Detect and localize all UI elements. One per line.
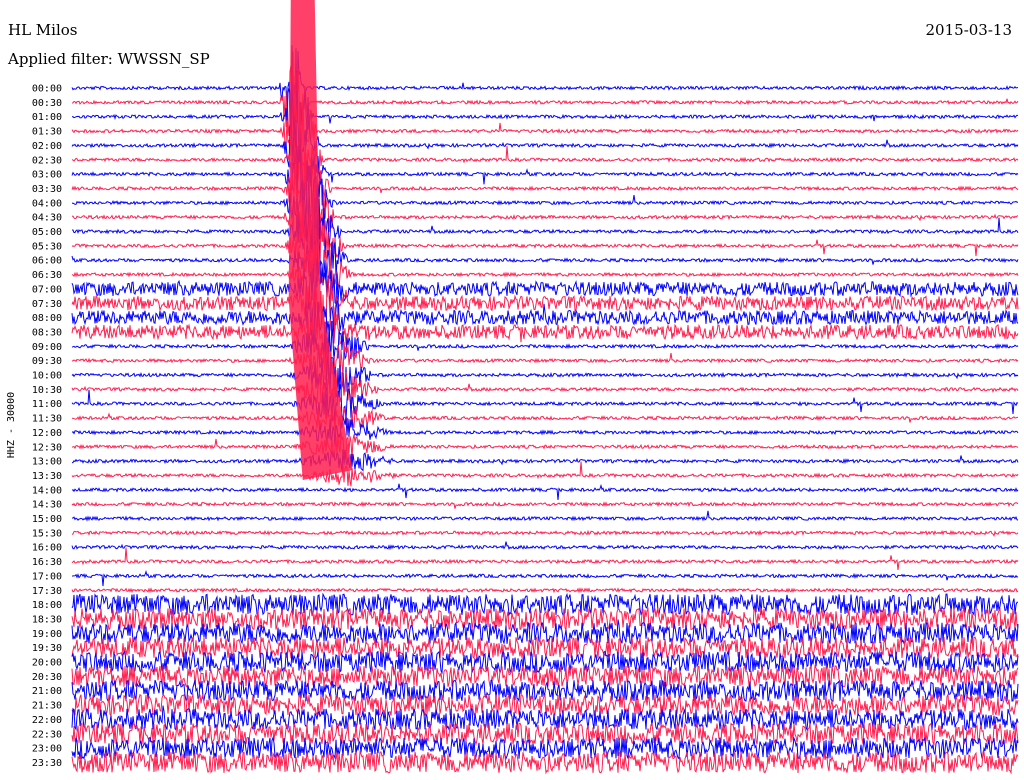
y-axis-label: HHZ - 30000	[6, 392, 17, 458]
row-tick-label: 13:00	[32, 457, 62, 468]
row-tick-label: 02:00	[32, 141, 62, 152]
row-tick-label: 10:30	[32, 385, 62, 396]
row-tick-label: 16:00	[32, 543, 62, 554]
row-tick-label: 12:00	[32, 428, 62, 439]
tick-labels: 00:00 00:30 01:00 01:30 02:00 02:30 03:00 03:30…	[32, 84, 62, 769]
trace-line	[71, 406, 1019, 434]
row-tick-label: 16:30	[32, 557, 62, 568]
row-tick-label: 05:00	[32, 227, 62, 238]
trace-line	[71, 312, 1019, 355]
trace-line	[71, 93, 1019, 181]
row-tick-label: 23:30	[32, 758, 62, 769]
trace-line	[71, 415, 1019, 447]
trace-line	[71, 449, 1019, 472]
row-tick-label: 10:00	[32, 371, 62, 382]
row-tick-label: 15:00	[32, 514, 62, 525]
row-tick-label: 08:00	[32, 313, 62, 324]
row-tick-label: 17:00	[32, 571, 62, 582]
row-tick-label: 13:30	[32, 471, 62, 482]
row-tick-label: 04:30	[32, 213, 62, 224]
row-tick-label: 04:00	[32, 198, 62, 209]
trace-line	[71, 212, 1019, 283]
trace-line	[71, 341, 1019, 385]
row-tick-label: 05:30	[32, 241, 62, 252]
trace-line	[71, 123, 1019, 197]
row-tick-label: 03:30	[32, 184, 62, 195]
row-tick-label: 19:30	[32, 643, 62, 654]
row-tick-label: 11:30	[32, 414, 62, 425]
row-tick-label: 11:00	[32, 399, 62, 410]
row-tick-label: 01:30	[32, 127, 62, 138]
trace-line	[71, 636, 1019, 661]
trace-line	[71, 51, 1019, 148]
row-tick-label: 14:00	[32, 485, 62, 496]
row-tick-label: 09:30	[32, 356, 62, 367]
trace-line	[71, 227, 1019, 293]
row-tick-label: 06:00	[32, 256, 62, 267]
row-tick-label: 20:30	[32, 672, 62, 683]
row-tick-label: 12:30	[32, 442, 62, 453]
row-tick-label: 09:00	[32, 342, 62, 353]
row-tick-label: 21:30	[32, 701, 62, 712]
row-tick-label: 15:30	[32, 528, 62, 539]
trace-line	[71, 547, 1019, 570]
row-tick-label: 00:30	[32, 98, 62, 109]
row-tick-label: 21:00	[32, 686, 62, 697]
row-tick-label: 08:30	[32, 327, 62, 338]
trace-line	[71, 619, 1019, 646]
helicorder-plot: 00:00 00:30 01:00 01:30 02:00 02:30 03:00 03:30…	[6, 0, 1019, 775]
trace-line	[71, 45, 1019, 137]
row-tick-label: 02:30	[32, 155, 62, 166]
trace-line	[71, 114, 1019, 189]
row-tick-label: 03:00	[32, 170, 62, 181]
row-tick-label: 07:30	[32, 299, 62, 310]
trace-line	[71, 152, 1019, 220]
row-tick-label: 17:30	[32, 586, 62, 597]
row-tick-label: 06:30	[32, 270, 62, 281]
trace-line	[71, 461, 1019, 487]
trace-line	[71, 432, 1019, 460]
filter-label: Applied filter: WWSSN_SP	[8, 50, 210, 68]
row-tick-label: 20:00	[32, 658, 62, 669]
row-tick-label: 23:00	[32, 744, 62, 755]
row-tick-label: 14:30	[32, 500, 62, 511]
row-tick-label: 19:00	[32, 629, 62, 640]
trace-group	[71, 0, 1019, 775]
trace-line	[71, 70, 1019, 165]
row-tick-label: 22:00	[32, 715, 62, 726]
trace-line	[71, 722, 1019, 747]
row-tick-label: 00:00	[32, 84, 62, 95]
trace-line	[71, 569, 1019, 587]
trace-line	[71, 664, 1019, 689]
row-tick-label: 01:00	[32, 112, 62, 123]
trace-line	[71, 483, 1019, 501]
trace-line	[71, 587, 1019, 594]
trace-line	[71, 160, 1018, 241]
trace-line	[71, 501, 1019, 509]
trace-line	[71, 510, 1019, 522]
row-tick-label: 18:00	[32, 600, 62, 611]
trace-line	[71, 529, 1019, 538]
row-tick-label: 18:30	[32, 614, 62, 625]
trace-line	[71, 144, 1019, 207]
row-tick-label: 22:30	[32, 729, 62, 740]
row-tick-label: 07:00	[32, 284, 62, 295]
trace-line	[71, 541, 1019, 551]
